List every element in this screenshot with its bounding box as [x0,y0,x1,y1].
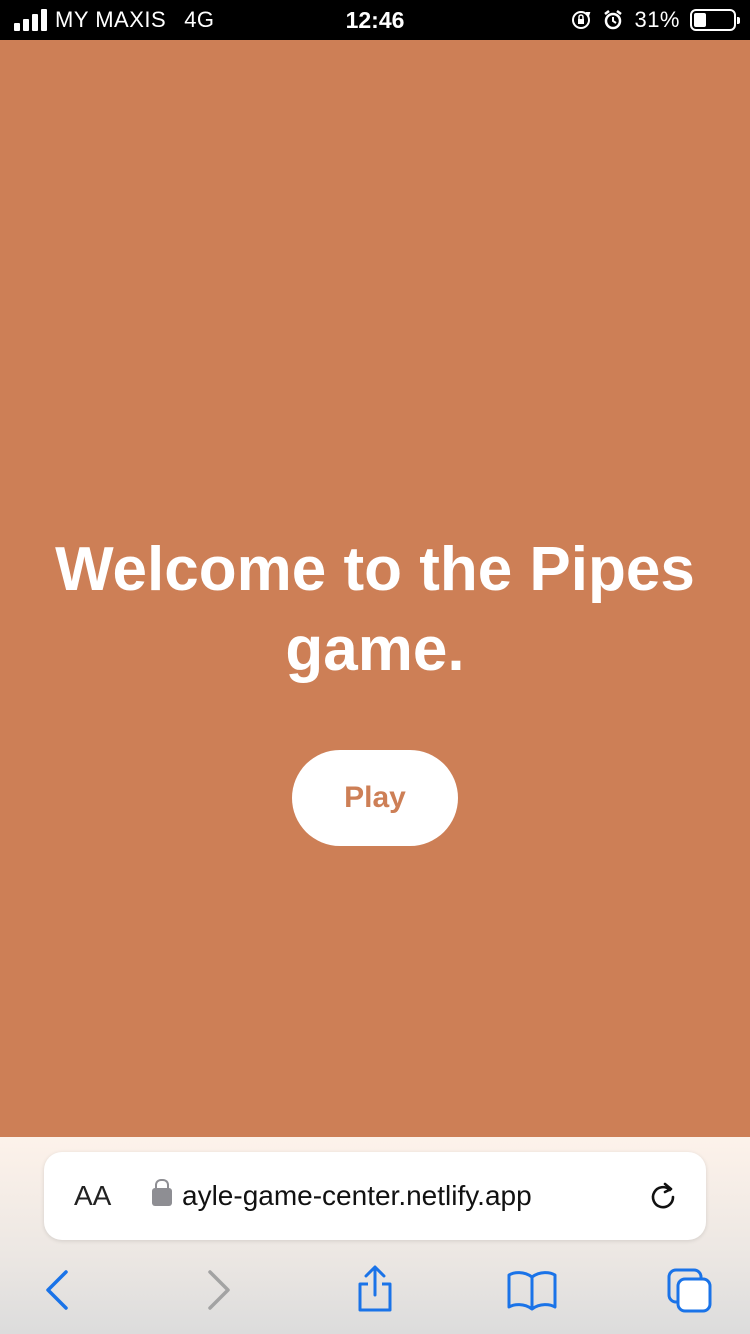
url-text[interactable]: ayle-game-center.netlify.app [182,1152,622,1240]
forward-icon[interactable] [202,1267,234,1313]
browser-chrome: AA ayle-game-center.netlify.app [0,1137,750,1334]
address-bar[interactable]: AA ayle-game-center.netlify.app [44,1152,706,1240]
status-right: 31% [570,0,740,40]
status-bar: MY MAXIS 4G 12:46 31% [0,0,750,40]
battery-percent: 31% [634,7,680,32]
text-size-button[interactable]: AA [74,1152,111,1240]
battery-fill [694,13,706,27]
signal-icon [14,9,47,31]
share-icon[interactable] [354,1264,396,1314]
back-icon[interactable] [42,1267,74,1313]
network-type: 4G [184,7,215,32]
battery-icon [690,9,740,31]
bookmarks-icon[interactable] [506,1269,558,1311]
tabs-icon[interactable] [666,1267,714,1315]
welcome-headline: Welcome to the Pipes game. [55,535,695,684]
carrier-name: MY MAXIS [55,7,167,32]
text-size-label: AA [74,1180,112,1211]
status-left: MY MAXIS 4G [14,0,215,40]
lock-icon [152,1179,172,1206]
reload-icon[interactable] [646,1180,680,1214]
play-button[interactable]: Play [292,750,458,846]
alarm-icon [604,10,623,30]
orientation-lock-icon [572,11,591,29]
